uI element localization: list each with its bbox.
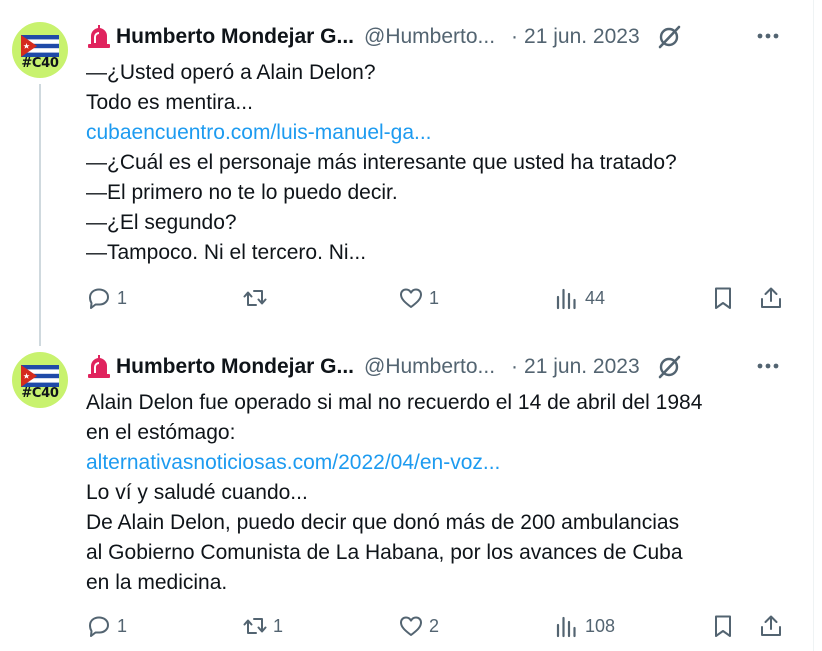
avatar[interactable]: #C40: [12, 352, 68, 408]
cuba-flag-icon: [21, 365, 59, 387]
more-icon[interactable]: [754, 26, 782, 46]
author-name[interactable]: Humberto Mondejar G...: [116, 355, 354, 379]
divider: [813, 330, 814, 651]
retweet-icon: [243, 618, 267, 634]
grok-icon[interactable]: [656, 354, 682, 380]
tweet-text-line: en la medicina.: [86, 571, 228, 594]
views-count: 108: [585, 615, 616, 636]
tweet-text-line: Todo es mentira...: [86, 91, 253, 114]
separator-dot: ·: [511, 355, 519, 378]
views-button[interactable]: 108: [554, 613, 615, 639]
tweet-date[interactable]: 21 jun. 2023: [524, 25, 640, 49]
share-button[interactable]: [758, 285, 784, 311]
separator-dot: ·: [511, 25, 519, 48]
tweet[interactable]: #C40 Humberto Mondejar G... @Humberto...…: [0, 330, 822, 651]
reply-icon: [89, 616, 109, 637]
bookmark-icon: [715, 615, 731, 637]
retweet-count: 1: [273, 615, 284, 636]
tweet-text-line: —¿El segundo?: [86, 211, 237, 234]
share-icon: [761, 615, 781, 636]
thread-line: [39, 84, 41, 346]
tweet-body: —¿Usted operó a Alain Delon? Todo es men…: [86, 58, 786, 268]
author-handle[interactable]: @Humberto...: [364, 25, 495, 49]
siren-icon: [88, 25, 110, 48]
tweet-text-line: —Tampoco. Ni el tercero. Ni...: [86, 241, 367, 264]
grok-icon[interactable]: [656, 24, 682, 50]
views-icon: [556, 288, 576, 310]
tweet-link[interactable]: cubaencuentro.com/luis-manuel-ga...: [86, 118, 786, 148]
bookmark-button[interactable]: [710, 285, 736, 311]
cuba-flag-icon: [21, 35, 59, 57]
tweet-text-line: —El primero no te lo puedo decir.: [86, 181, 398, 204]
reply-button[interactable]: 1: [86, 285, 127, 311]
like-count: 1: [429, 287, 440, 308]
tweet-text-line: en el estómago:: [86, 421, 236, 444]
retweet-button[interactable]: 1: [242, 613, 283, 639]
like-button[interactable]: 1: [398, 285, 439, 311]
views-count: 44: [585, 287, 606, 308]
avatar-tag: #C40: [21, 56, 59, 71]
more-icon[interactable]: [754, 356, 782, 376]
views-icon: [556, 616, 576, 638]
bookmark-icon: [715, 287, 731, 309]
tweet-text-line: —¿Usted operó a Alain Delon?: [86, 61, 376, 84]
divider: [813, 0, 814, 330]
like-icon: [400, 288, 422, 308]
avatar[interactable]: #C40: [12, 22, 68, 78]
author-name[interactable]: Humberto Mondejar G...: [116, 25, 354, 49]
siren-icon: [88, 355, 110, 378]
tweet-header: Humberto Mondejar G... @Humberto... · 21…: [86, 350, 786, 384]
action-bar: 1 1 44: [86, 285, 786, 315]
share-button[interactable]: [758, 613, 784, 639]
retweet-icon: [243, 290, 267, 306]
retweet-button[interactable]: [242, 285, 273, 311]
tweet-header: Humberto Mondejar G... @Humberto... · 21…: [86, 20, 786, 54]
reply-button[interactable]: 1: [86, 613, 127, 639]
tweet-link[interactable]: alternativasnoticiosas.com/2022/04/en-vo…: [86, 448, 786, 478]
action-bar: 1 1 2 108: [86, 613, 786, 643]
like-icon: [400, 616, 422, 636]
reply-count: 1: [117, 287, 128, 308]
tweet-date[interactable]: 21 jun. 2023: [524, 355, 640, 379]
tweet-text-line: De Alain Delon, puedo decir que donó más…: [86, 511, 680, 534]
author-handle[interactable]: @Humberto...: [364, 355, 495, 379]
tweet-text-line: al Gobierno Comunista de La Habana, por …: [86, 541, 683, 564]
tweet[interactable]: #C40 Humberto Mondejar G... @Humberto...…: [0, 0, 822, 346]
like-button[interactable]: 2: [398, 613, 439, 639]
like-count: 2: [429, 615, 440, 636]
share-icon: [761, 287, 781, 308]
bookmark-button[interactable]: [710, 613, 736, 639]
reply-count: 1: [117, 615, 128, 636]
reply-icon: [89, 288, 109, 309]
views-button[interactable]: 44: [554, 285, 605, 311]
tweet-text-line: Lo ví y saludé cuando...: [86, 481, 308, 504]
avatar-tag: #C40: [21, 386, 59, 401]
tweet-text-line: —¿Cuál es el personaje más interesante q…: [86, 151, 677, 174]
tweet-text-line: Alain Delon fue operado si mal no recuer…: [86, 391, 703, 414]
tweet-body: Alain Delon fue operado si mal no recuer…: [86, 388, 786, 598]
